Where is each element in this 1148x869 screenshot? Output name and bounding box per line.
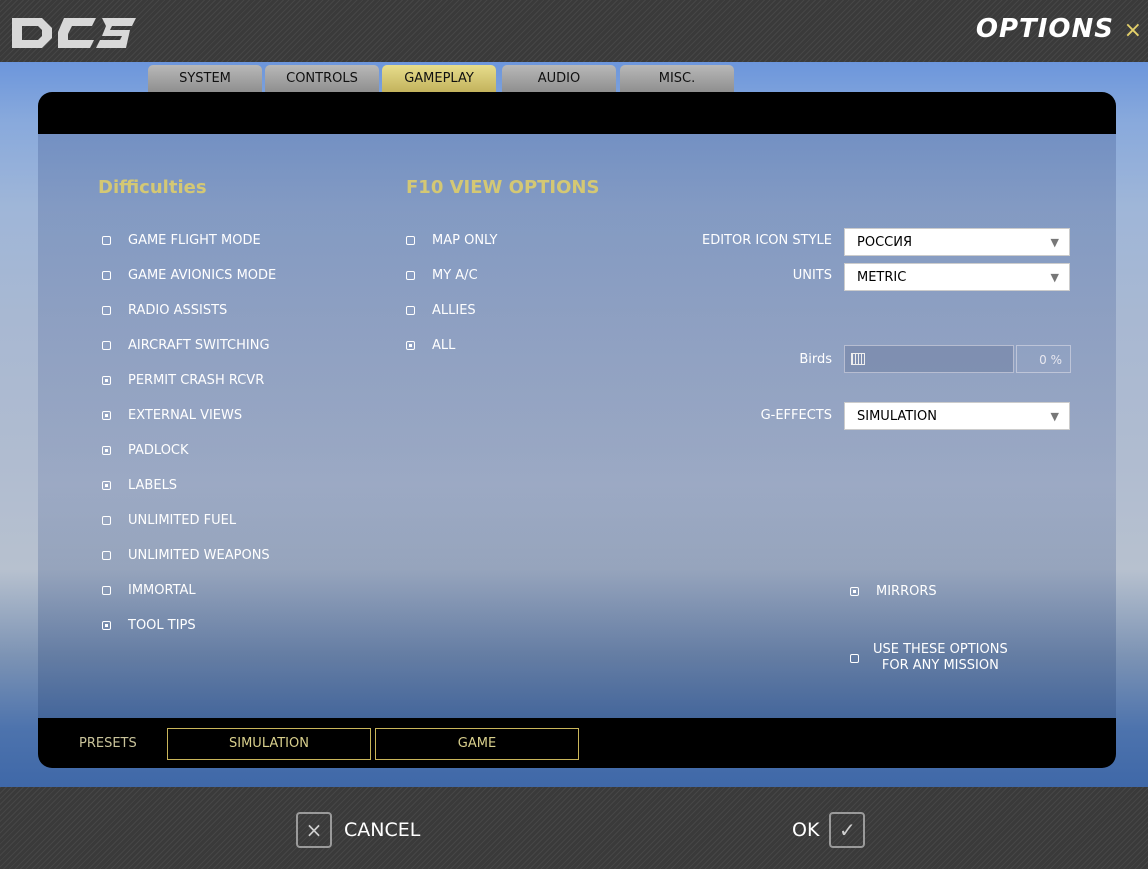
dropdown-arrow-icon: ▼ [1050,271,1059,284]
option-permit-crash-rcvr[interactable]: PERMIT CRASH RCVR [102,370,276,390]
option-allies[interactable]: ALLIES [406,300,498,320]
option-labels[interactable]: LABELS [102,475,276,495]
checkbox[interactable] [102,515,111,525]
editor-icon-style-dropdown[interactable]: РОССИЯ ▼ [844,228,1070,256]
cancel-button[interactable]: × CANCEL [296,812,420,848]
cancel-label: CANCEL [344,819,421,841]
option-all[interactable]: ALL [406,335,498,355]
dropdown-arrow-icon: ▼ [1050,236,1059,249]
tab-audio[interactable]: AUDIO [502,65,616,92]
dropdown-arrow-icon: ▼ [1050,410,1059,423]
option-tool-tips[interactable]: TOOL TIPS [102,615,276,635]
option-game-avionics-mode[interactable]: GAME AVIONICS MODE [102,265,276,285]
units-value: METRIC [857,270,907,285]
checkbox[interactable] [102,480,111,490]
checkbox[interactable] [102,375,111,385]
birds-label: Birds [799,352,832,367]
option-padlock[interactable]: PADLOCK [102,440,276,460]
option-map-only[interactable]: MAP ONLY [406,230,498,250]
option-game-flight-mode[interactable]: GAME FLIGHT MODE [102,230,276,250]
checkbox[interactable] [850,653,859,663]
preset-simulation-button[interactable]: SIMULATION [167,728,371,760]
checkbox[interactable] [406,340,415,350]
option-external-views[interactable]: EXTERNAL VIEWS [102,405,276,425]
close-icon[interactable]: × [1124,18,1142,43]
preset-game-button[interactable]: GAME [375,728,579,760]
checkbox[interactable] [102,305,111,315]
title-bar: OPTIONS × [0,0,1148,62]
option-radio-assists[interactable]: RADIO ASSISTS [102,300,276,320]
bottom-bar [0,787,1148,869]
tab-gameplay[interactable]: GAMEPLAY [382,65,496,92]
option-aircraft-switching[interactable]: AIRCRAFT SWITCHING [102,335,276,355]
checkbox[interactable] [102,585,111,595]
checkbox[interactable] [102,620,111,630]
slider-handle-icon[interactable] [851,353,865,365]
difficulties-list: GAME FLIGHT MODE GAME AVIONICS MODE RADI… [102,230,276,635]
checkbox[interactable] [102,340,111,350]
checkbox[interactable] [406,270,415,280]
g-effects-value: SIMULATION [857,409,937,424]
option-use-these-options[interactable]: USE THESE OPTIONS FOR ANY MISSION [850,642,1008,674]
birds-slider[interactable] [844,345,1014,373]
checkbox[interactable] [850,586,859,596]
ok-label: OK [792,819,820,841]
checkmark-icon: ✓ [829,812,866,848]
tab-system[interactable]: SYSTEM [148,65,262,92]
g-effects-label: G-EFFECTS [760,408,832,423]
difficulties-title: Difficulties [98,177,207,198]
checkbox[interactable] [406,235,415,245]
dcs-logo [12,18,136,48]
panel-header [38,92,1116,134]
checkbox[interactable] [102,270,111,280]
presets-label: PRESETS [79,736,137,751]
option-unlimited-weapons[interactable]: UNLIMITED WEAPONS [102,545,276,565]
checkbox[interactable] [406,305,415,315]
checkbox[interactable] [102,235,111,245]
option-unlimited-fuel[interactable]: UNLIMITED FUEL [102,510,276,530]
checkbox[interactable] [102,445,111,455]
units-dropdown[interactable]: METRIC ▼ [844,263,1070,291]
tab-misc[interactable]: MISC. [620,65,734,92]
editor-icon-style-label: EDITOR ICON STYLE [702,233,832,248]
ok-button[interactable]: OK ✓ [792,812,866,848]
checkbox[interactable] [102,550,111,560]
window-title: OPTIONS [975,14,1114,44]
option-immortal[interactable]: IMMORTAL [102,580,276,600]
birds-value: 0 % [1016,345,1071,373]
cancel-icon: × [296,812,332,848]
option-my-ac[interactable]: MY A/C [406,265,498,285]
units-label: UNITS [792,268,832,283]
tab-controls[interactable]: CONTROLS [265,65,379,92]
g-effects-dropdown[interactable]: SIMULATION ▼ [844,402,1070,430]
editor-icon-style-value: РОССИЯ [857,235,912,250]
f10-view-options-title: F10 VIEW OPTIONS [406,177,600,198]
option-mirrors[interactable]: MIRRORS [850,581,937,601]
checkbox[interactable] [102,410,111,420]
f10-options-list: MAP ONLY MY A/C ALLIES ALL [406,230,498,355]
